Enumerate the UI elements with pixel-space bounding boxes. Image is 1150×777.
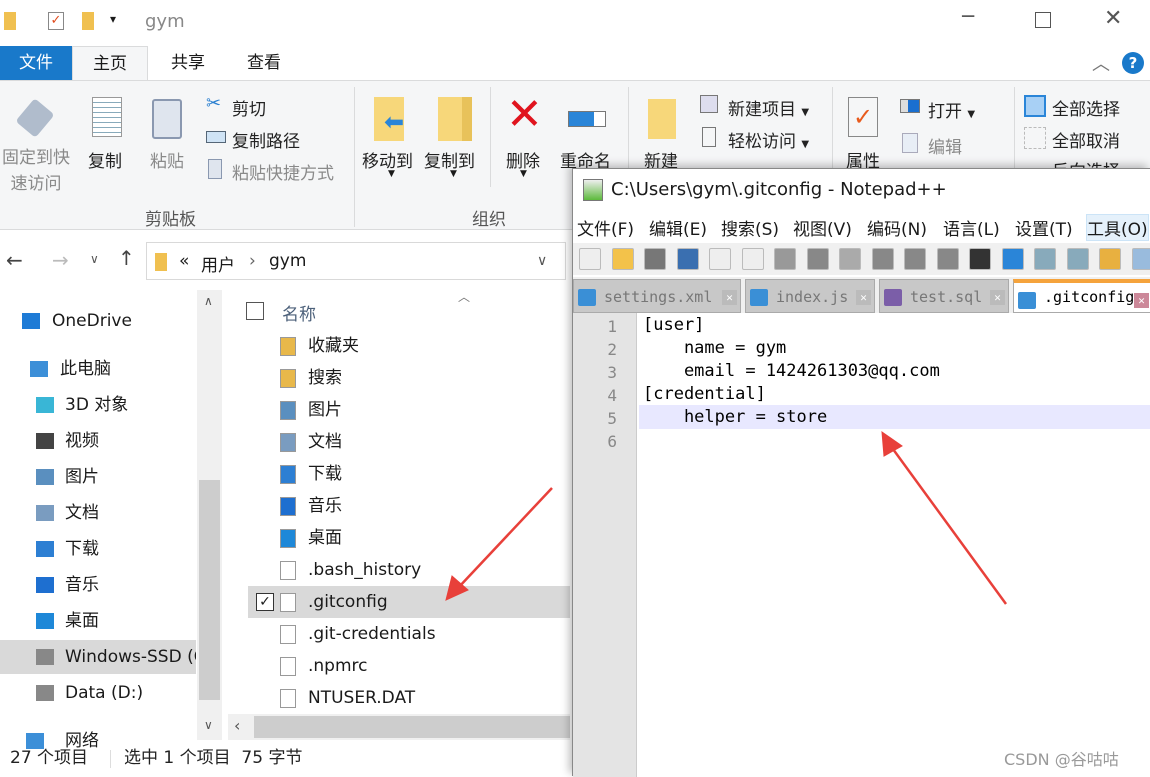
arrow-to-gitconfig-file [446,488,552,600]
csdn-watermark: CSDN @谷咕咕 [1004,746,1119,770]
annotation-arrows [0,0,1150,776]
arrow-to-helper-store [882,432,1006,604]
